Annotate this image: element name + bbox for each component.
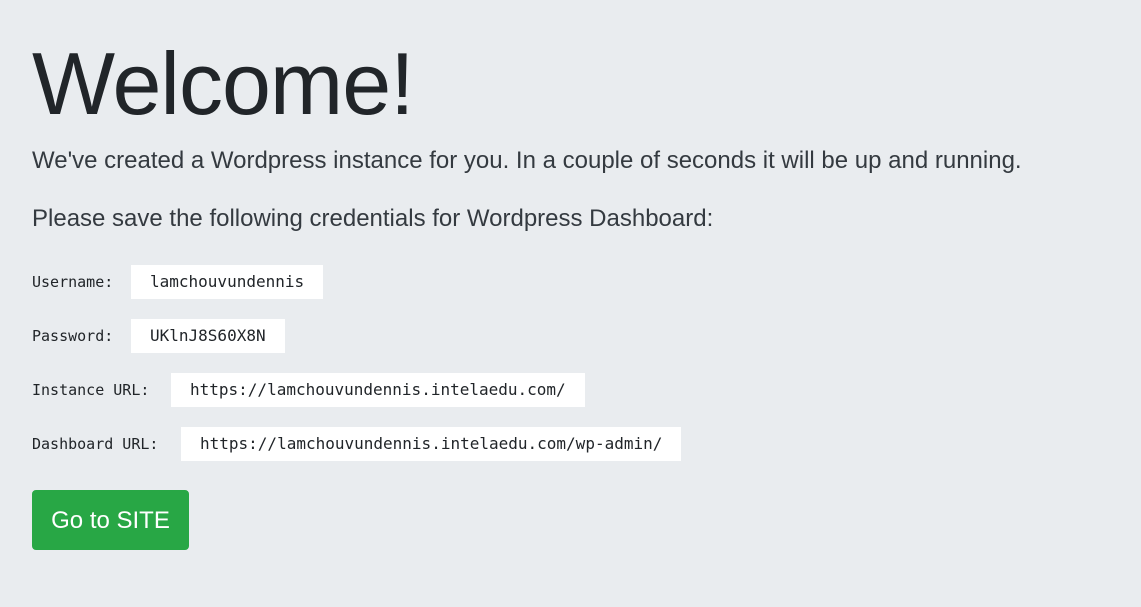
page-title: Welcome! — [32, 34, 415, 133]
intro-text: We've created a Wordpress instance for y… — [32, 147, 1022, 174]
instance-url-row: Instance URL: https://lamchouvundennis.i… — [32, 373, 585, 407]
password-row: Password: UKlnJ8S60X8N — [32, 319, 285, 353]
instance-url-label: Instance URL: — [32, 381, 150, 399]
password-value[interactable]: UKlnJ8S60X8N — [131, 319, 285, 353]
dashboard-url-label: Dashboard URL: — [32, 435, 159, 453]
go-to-site-button[interactable]: Go to SITE — [32, 490, 189, 550]
password-label: Password: — [32, 327, 114, 345]
dashboard-url-row: Dashboard URL: https://lamchouvundennis.… — [32, 427, 682, 461]
username-value[interactable]: lamchouvundennis — [131, 265, 324, 299]
dashboard-url-value[interactable]: https://lamchouvundennis.intelaedu.com/w… — [181, 427, 682, 461]
instance-url-value[interactable]: https://lamchouvundennis.intelaedu.com/ — [171, 373, 585, 407]
credentials-instructions: Please save the following credentials fo… — [32, 205, 714, 232]
username-label: Username: — [32, 273, 114, 291]
username-row: Username: lamchouvundennis — [32, 265, 324, 299]
